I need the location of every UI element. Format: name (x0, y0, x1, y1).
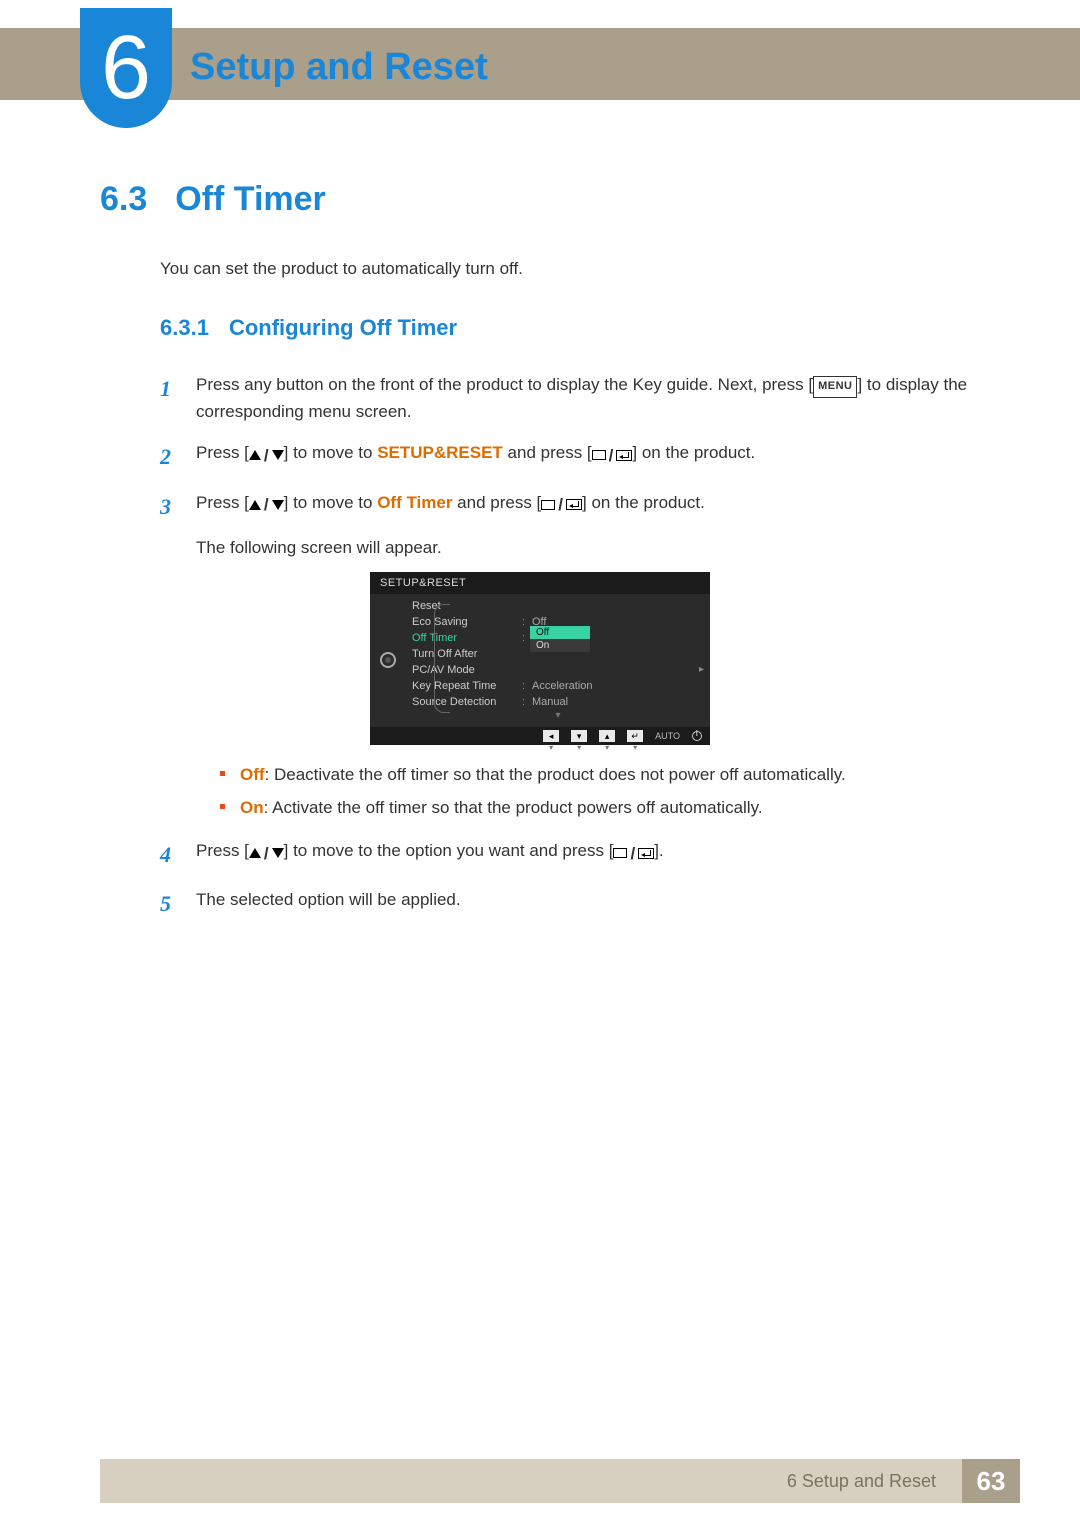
enter-icon (566, 499, 582, 510)
text: ]. (654, 841, 663, 860)
osd-item-label: Reset (412, 600, 522, 612)
subsection-number: 6.3.1 (160, 315, 209, 341)
source-enter-icon: / (592, 442, 633, 469)
triangle-down-icon (272, 500, 284, 510)
bullet-label: Off (240, 765, 265, 784)
text: and press [ (503, 443, 592, 462)
text: Press [ (196, 841, 249, 860)
text: Press [ (196, 443, 249, 462)
triangle-up-icon (249, 450, 261, 460)
section-title: Off Timer (175, 180, 326, 219)
bullet-item: Off: Deactivate the off timer so that th… (220, 761, 980, 788)
step-body: Press [/] to move to SETUP&RESET and pre… (196, 439, 980, 474)
osd-item-label: Eco Saving (412, 616, 522, 628)
footer-chapter-text: 6 Setup and Reset (787, 1471, 948, 1492)
osd-item-label: Turn Off After (412, 648, 522, 660)
bullet-text: : Deactivate the off timer so that the p… (265, 765, 846, 784)
osd-nav-down-icon: ▾ (571, 730, 587, 742)
chapter-title: Setup and Reset (190, 46, 488, 89)
enter-icon (616, 450, 632, 461)
osd-dropdown-option-selected: Off (530, 626, 590, 639)
source-enter-icon: / (613, 840, 654, 867)
chapter-number-tab: 6 (80, 8, 172, 128)
text: ] on the product. (582, 493, 705, 512)
osd-nav-enter-icon: ↵ (627, 730, 643, 742)
rect-icon (592, 450, 606, 460)
step-number: 4 (160, 837, 178, 872)
step-body: Press [/] to move to the option you want… (196, 837, 980, 872)
triangle-down-icon (272, 848, 284, 858)
osd-screenshot: SETUP&RESET Reset Eco Saving:Off Off Tim… (370, 572, 710, 745)
osd-item-label: Source Detection (412, 696, 522, 708)
power-icon (692, 731, 702, 741)
step-number: 2 (160, 439, 178, 474)
step-body: Press any button on the front of the pro… (196, 371, 980, 425)
osd-menu-list: Reset Eco Saving:Off Off Timer: Turn Off… (406, 594, 710, 727)
osd-nav-up-icon: ▴ (599, 730, 615, 742)
text: Press any button on the front of the pro… (196, 375, 813, 394)
osd-item-label: Key Repeat Time (412, 680, 522, 692)
page-footer: 6 Setup and Reset 63 (100, 1459, 1020, 1503)
step-number: 5 (160, 886, 178, 921)
step-number: 3 (160, 489, 178, 524)
osd-item-label-active: Off Timer (412, 632, 522, 644)
osd-footer: ◂ ▾ ▴ ↵ AUTO (370, 727, 710, 745)
triangle-up-icon (249, 848, 261, 858)
highlight: SETUP&RESET (377, 443, 503, 462)
osd-dropdown: Off On (530, 626, 590, 652)
osd-auto-label: AUTO (655, 731, 680, 741)
enter-icon (638, 848, 654, 859)
text: ] to move to (284, 493, 378, 512)
osd-title: SETUP&RESET (370, 572, 710, 594)
section-number: 6.3 (100, 180, 147, 219)
up-down-icon: / (249, 840, 284, 867)
bracket-decor (434, 604, 450, 713)
step-note: The following screen will appear. (196, 538, 980, 558)
bullet-item: On: Activate the off timer so that the p… (220, 794, 980, 821)
footer-page-number: 63 (962, 1459, 1020, 1503)
osd-item-value: Acceleration (532, 680, 700, 692)
step-body: Press [/] to move to Off Timer and press… (196, 489, 980, 524)
osd-item-label: PC/AV Mode (412, 664, 522, 676)
rect-icon (541, 500, 555, 510)
source-enter-icon: / (541, 491, 582, 518)
text: Press [ (196, 493, 249, 512)
text: ] to move to the option you want and pre… (284, 841, 614, 860)
step-body: The selected option will be applied. (196, 886, 980, 921)
up-down-icon: / (249, 442, 284, 469)
text: ] to move to (284, 443, 378, 462)
page-content: 6.3 Off Timer You can set the product to… (100, 180, 980, 936)
triangle-up-icon (249, 500, 261, 510)
osd-dropdown-option: On (530, 639, 590, 652)
bullet-text: : Activate the off timer so that the pro… (264, 798, 763, 817)
text: and press [ (452, 493, 541, 512)
osd-nav-back-icon: ◂ (543, 730, 559, 742)
step-number: 1 (160, 371, 178, 425)
rect-icon (613, 848, 627, 858)
menu-button-icon: MENU (813, 376, 857, 398)
section-intro: You can set the product to automatically… (160, 259, 980, 279)
highlight: Off Timer (377, 493, 452, 512)
chevron-down-icon: ▾ (406, 710, 710, 723)
osd-item-value: Manual (532, 696, 700, 708)
chevron-right-icon: ▸ (699, 664, 704, 675)
triangle-down-icon (272, 450, 284, 460)
up-down-icon: / (249, 491, 284, 518)
subsection-title: Configuring Off Timer (229, 315, 457, 341)
bullet-label: On (240, 798, 264, 817)
text: ] on the product. (632, 443, 755, 462)
gear-icon (380, 652, 396, 668)
